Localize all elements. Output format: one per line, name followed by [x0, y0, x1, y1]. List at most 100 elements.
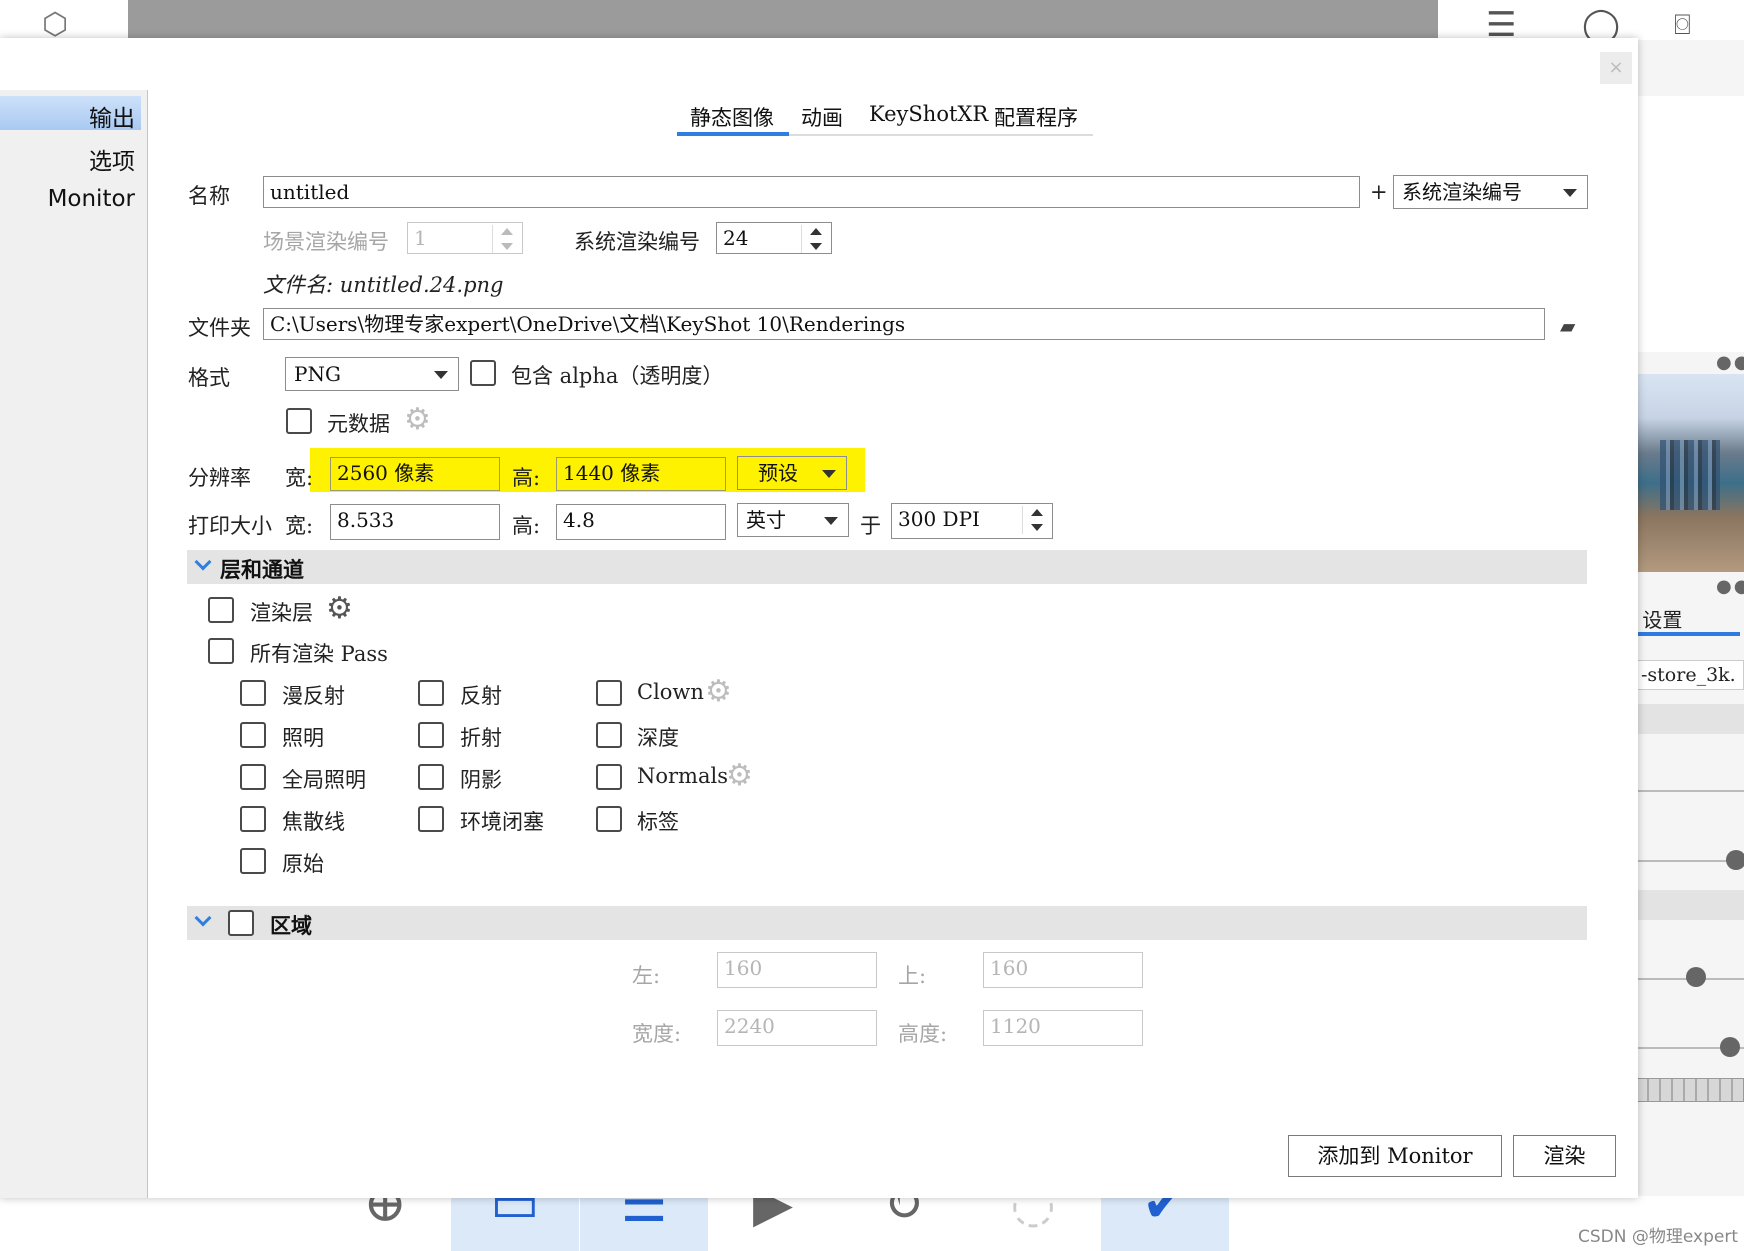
resolution-height-input[interactable]: 1440 像素: [556, 457, 726, 491]
dialog-sidebar: [0, 90, 148, 1198]
sidebar-item-output[interactable]: 输出: [89, 99, 135, 133]
chevron-down-icon: [822, 470, 836, 478]
panel-color-strip[interactable]: [1636, 1078, 1744, 1102]
pass-gi-checkbox[interactable]: [240, 764, 266, 790]
pass-clown-label: Clown: [637, 680, 704, 704]
resolution-preset-dropdown[interactable]: 预设: [737, 456, 847, 490]
add-to-monitor-button[interactable]: 添加到 Monitor: [1288, 1135, 1502, 1177]
chevron-down-icon: [824, 517, 838, 525]
pass-clown-checkbox[interactable]: [596, 680, 622, 706]
close-button[interactable]: ×: [1600, 52, 1632, 84]
layers-section-header[interactable]: [187, 550, 1587, 584]
format-dropdown[interactable]: PNG: [285, 357, 459, 391]
more-dots-icon[interactable]: ●●: [1716, 352, 1744, 373]
filename-preview: 文件名: untitled.24.png: [263, 273, 504, 297]
pass-labels-checkbox[interactable]: [596, 806, 622, 832]
pass-depth-label: 深度: [637, 726, 679, 750]
region-section-header[interactable]: [187, 906, 1587, 940]
format-label: 格式: [188, 366, 230, 390]
clown-gear-icon[interactable]: ⚙: [705, 677, 732, 707]
system-number-label: 系统渲染编号: [574, 230, 700, 254]
name-input[interactable]: untitled: [263, 176, 1360, 208]
pass-normals-checkbox[interactable]: [596, 764, 622, 790]
print-height-label: 高:: [512, 514, 541, 538]
folder-open-icon[interactable]: ▰: [1560, 314, 1575, 338]
region-top-label: 上:: [898, 964, 927, 988]
pass-shadow-checkbox[interactable]: [418, 764, 444, 790]
print-height-input[interactable]: 4.8: [556, 504, 726, 540]
active-tab-underline: [677, 132, 789, 136]
render-button[interactable]: 渲染: [1513, 1135, 1616, 1177]
folder-input[interactable]: C:\Users\物理专家expert\OneDrive\文档\KeyShot …: [263, 308, 1545, 340]
panel-slider-knob[interactable]: [1686, 967, 1706, 987]
pass-lighting-checkbox[interactable]: [240, 722, 266, 748]
system-number-input[interactable]: 24: [716, 222, 832, 254]
pass-caustics-checkbox[interactable]: [240, 806, 266, 832]
globe-icon[interactable]: ◯: [1582, 8, 1620, 42]
alpha-checkbox[interactable]: [470, 360, 496, 386]
tab-still-image[interactable]: 静态图像: [690, 102, 774, 132]
spinner-icon[interactable]: [801, 225, 829, 253]
tab-keyshotxr[interactable]: KeyShotXR: [869, 102, 988, 126]
dpi-input[interactable]: 300 DPI: [891, 503, 1053, 539]
region-section-title: 区域: [270, 914, 312, 938]
scene-number-input: 1: [407, 222, 523, 254]
region-checkbox[interactable]: [228, 910, 254, 936]
pass-raw-checkbox[interactable]: [240, 848, 266, 874]
metadata-settings-gear-icon[interactable]: ⚙: [404, 405, 431, 435]
name-suffix-dropdown[interactable]: 系统渲染编号: [1393, 175, 1588, 209]
tab-configurator[interactable]: 配置程序: [994, 102, 1078, 132]
dialog-titlebar[interactable]: [0, 38, 1638, 90]
pass-shadow-label: 阴影: [460, 768, 502, 792]
tab-animation[interactable]: 动画: [801, 102, 843, 132]
sidebar-item-options[interactable]: 选项: [89, 142, 135, 176]
pass-diffuse-checkbox[interactable]: [240, 680, 266, 706]
pass-ao-checkbox[interactable]: [418, 806, 444, 832]
panel-slider-knob[interactable]: [1720, 1037, 1740, 1057]
render-layers-gear-icon[interactable]: ⚙: [326, 594, 353, 624]
watermark: CSDN @物理expert: [1578, 1227, 1738, 1247]
metadata-checkbox[interactable]: [286, 408, 312, 434]
region-width-input: 2240: [717, 1010, 877, 1046]
print-unit-value: 英寸: [746, 508, 786, 532]
panel-section-header[interactable]: [1636, 890, 1744, 920]
panel-section-header[interactable]: [1636, 704, 1744, 734]
render-layers-label: 渲染层: [250, 601, 313, 625]
panel-slider-knob[interactable]: [1726, 850, 1744, 870]
print-width-input[interactable]: 8.533: [330, 504, 500, 540]
panel-divider: [1636, 790, 1744, 792]
render-viewport[interactable]: [128, 0, 1438, 40]
settings-tab-label[interactable]: 设置: [1636, 604, 1682, 633]
resolution-width-input[interactable]: 2560 像素: [330, 457, 500, 491]
render-layers-checkbox[interactable]: [208, 597, 234, 623]
more-dots-icon[interactable]: ●●: [1716, 576, 1744, 597]
panel-preview-area: [1636, 96, 1744, 352]
pass-gi-label: 全局照明: [282, 768, 366, 792]
resolution-width-label: 宽:: [285, 466, 314, 490]
pass-depth-checkbox[interactable]: [596, 722, 622, 748]
settings-tab-underline: [1636, 632, 1740, 636]
spinner-icon: [492, 225, 520, 253]
print-unit-dropdown[interactable]: 英寸: [737, 503, 849, 537]
normals-gear-icon[interactable]: ⚙: [726, 761, 753, 791]
resolution-label: 分辨率: [188, 466, 251, 490]
cubes-icon: ⬡: [42, 7, 69, 42]
print-width-label: 宽:: [285, 514, 314, 538]
name-label: 名称: [188, 184, 230, 208]
all-passes-label: 所有渲染 Pass: [250, 642, 388, 666]
all-passes-checkbox[interactable]: [208, 638, 234, 664]
region-height-label: 高度:: [898, 1022, 948, 1046]
list-icon[interactable]: ☰: [1486, 8, 1516, 42]
environment-file-name: -store_3k.: [1636, 660, 1744, 690]
pass-ao-label: 环境闭塞: [460, 810, 544, 834]
pass-reflection-label: 反射: [460, 684, 502, 708]
spinner-icon[interactable]: [1022, 506, 1050, 534]
pass-reflection-checkbox[interactable]: [418, 680, 444, 706]
pass-diffuse-label: 漫反射: [282, 684, 345, 708]
chevron-down-icon: [434, 371, 448, 379]
pass-refraction-checkbox[interactable]: [418, 722, 444, 748]
chevron-down-icon: [1563, 189, 1577, 197]
camera-icon[interactable]: ⌼: [1674, 8, 1691, 42]
resolution-height-label: 高:: [512, 466, 541, 490]
sidebar-item-monitor[interactable]: Monitor: [48, 186, 135, 212]
